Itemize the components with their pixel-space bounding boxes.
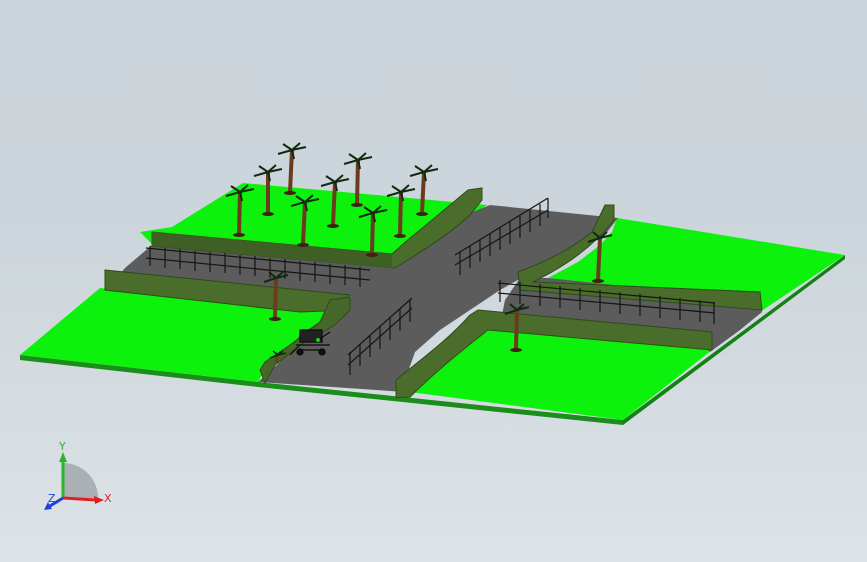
x-axis-line (62, 496, 97, 502)
y-axis-arrow (59, 452, 67, 462)
z-axis-label: Z (48, 492, 56, 505)
scene-3d-model[interactable] (0, 0, 867, 562)
triad-plane (63, 463, 98, 498)
reference-triad[interactable]: Y X Z (38, 438, 118, 518)
graphics-viewport[interactable]: Y X Z (0, 0, 867, 562)
x-axis-arrow (94, 496, 104, 504)
y-axis-label: Y (58, 440, 66, 453)
x-axis-label: X (104, 492, 112, 505)
